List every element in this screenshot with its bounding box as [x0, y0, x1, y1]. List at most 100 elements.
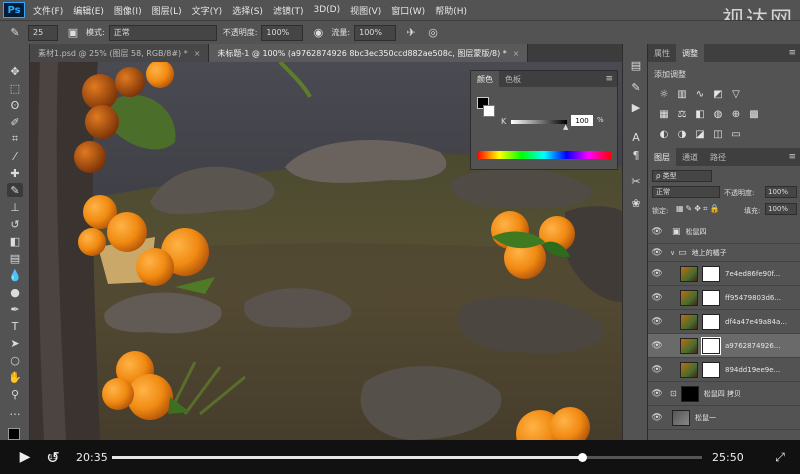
more-tools-icon[interactable]: …: [7, 404, 23, 418]
brush-tool-icon[interactable]: ✎: [6, 25, 24, 41]
foreground-color-swatch[interactable]: [8, 428, 20, 440]
tab-channels[interactable]: 通道: [676, 148, 704, 166]
marquee-tool-icon[interactable]: ⬚: [7, 81, 23, 95]
path-select-tool-icon[interactable]: ➤: [7, 336, 23, 350]
gradient-tool-icon[interactable]: ▤: [7, 251, 23, 265]
quick-select-tool-icon[interactable]: ✐: [7, 115, 23, 129]
fill-input[interactable]: 100%: [765, 203, 797, 215]
visibility-eye-icon[interactable]: 👁: [650, 341, 664, 351]
tab-color[interactable]: 颜色: [471, 71, 499, 87]
channel-mixer-icon[interactable]: ⊕: [730, 108, 742, 120]
lock-options-icon[interactable]: ▦✎✥⌗🔒: [676, 204, 721, 214]
move-tool-icon[interactable]: ✥: [7, 64, 23, 78]
panel-menu-icon[interactable]: ≡: [788, 48, 796, 58]
layer-mask-thumbnail[interactable]: [701, 336, 721, 355]
blur-tool-icon[interactable]: 💧: [7, 268, 23, 282]
tab-document-1[interactable]: 素材1.psd @ 25% (图层 58, RGB/8#) * ×: [30, 44, 210, 62]
menu-select[interactable]: 选择(S): [232, 4, 263, 17]
visibility-eye-icon[interactable]: 👁: [650, 293, 664, 303]
layer-filter-select[interactable]: ρ 类型: [652, 170, 712, 182]
posterize-icon[interactable]: ◑: [676, 128, 688, 140]
hue-saturation-icon[interactable]: ▦: [658, 108, 670, 120]
flow-input[interactable]: 100%: [354, 24, 397, 41]
layer-row[interactable]: 👁 894dd19ee9e...: [648, 358, 800, 382]
expand-chevron-icon[interactable]: ∨: [670, 249, 675, 257]
close-icon[interactable]: ×: [513, 49, 520, 58]
menu-layer[interactable]: 图层(L): [152, 4, 182, 17]
dodge-tool-icon[interactable]: ●: [7, 285, 23, 299]
brush-settings-icon[interactable]: ✎: [629, 80, 643, 94]
play-icon[interactable]: ▶: [14, 449, 36, 465]
photo-filter-icon[interactable]: ◍: [712, 108, 724, 120]
curves-icon[interactable]: ∿: [694, 88, 706, 100]
selective-color-icon[interactable]: ◫: [712, 128, 724, 140]
zoom-tool-icon[interactable]: ⚲: [7, 387, 23, 401]
layer-row[interactable]: 👁 df4a47e49a84a...: [648, 310, 800, 334]
menu-filter[interactable]: 滤镜(T): [273, 4, 304, 17]
tab-paths[interactable]: 路径: [704, 148, 732, 166]
actions-panel-icon[interactable]: ▶: [629, 100, 643, 114]
menu-view[interactable]: 视图(V): [350, 4, 381, 17]
visibility-eye-icon[interactable]: 👁: [650, 365, 664, 375]
opacity-input[interactable]: 100%: [261, 24, 304, 41]
panel-menu-icon[interactable]: ≡: [605, 74, 613, 84]
pen-tool-icon[interactable]: ✒: [7, 302, 23, 316]
vibrance-icon[interactable]: ▽: [730, 88, 742, 100]
close-icon[interactable]: ×: [194, 49, 201, 58]
character-panel-icon[interactable]: A: [629, 130, 643, 144]
fullscreen-icon[interactable]: ⤢: [770, 450, 790, 465]
layer-row[interactable]: 👁 ∨ ▭ 地上的橘子: [648, 244, 800, 262]
brush-panel-icon[interactable]: ▣: [64, 25, 82, 41]
k-slider-track[interactable]: [511, 120, 567, 124]
tab-layers[interactable]: 图层: [648, 148, 676, 166]
tab-document-2[interactable]: 未标题-1 @ 100% (a9762874926 8bc3ec350ccd88…: [209, 44, 529, 62]
crop-tool-icon[interactable]: ⌗: [7, 132, 23, 146]
layer-row[interactable]: 👁 松鼠一: [648, 406, 800, 430]
visibility-eye-icon[interactable]: 👁: [650, 227, 664, 237]
k-value-input[interactable]: 100: [571, 115, 593, 126]
libraries-icon[interactable]: ❀: [629, 196, 643, 210]
layer-mask-thumbnail[interactable]: [702, 265, 720, 282]
layer-mask-thumbnail[interactable]: [680, 385, 699, 402]
visibility-eye-icon[interactable]: 👁: [650, 248, 664, 258]
threshold-icon[interactable]: ◪: [694, 128, 706, 140]
healing-tool-icon[interactable]: ✚: [7, 166, 23, 180]
menu-help[interactable]: 帮助(H): [435, 4, 467, 17]
layer-opacity-input[interactable]: 100%: [765, 186, 797, 198]
menu-window[interactable]: 窗口(W): [391, 4, 425, 17]
pressure-size-icon[interactable]: ◎: [424, 25, 442, 41]
blend-mode-select[interactable]: 正常: [652, 186, 720, 198]
exposure-icon[interactable]: ◩: [712, 88, 724, 100]
k-slider-handle-icon[interactable]: ▲: [563, 123, 568, 131]
brush-preset-picker[interactable]: 25: [28, 24, 58, 41]
mode-select[interactable]: 正常: [108, 24, 217, 41]
color-balance-icon[interactable]: ⚖: [676, 108, 688, 120]
menu-file[interactable]: 文件(F): [33, 4, 63, 17]
visibility-eye-icon[interactable]: 👁: [650, 269, 664, 279]
tool-presets-icon[interactable]: ✂: [629, 174, 643, 188]
layer-mask-thumbnail[interactable]: [702, 289, 720, 306]
levels-icon[interactable]: ▥: [676, 88, 688, 100]
tab-properties[interactable]: 属性: [648, 44, 676, 62]
replay-15-icon[interactable]: ↺ 15: [42, 448, 64, 467]
airbrush-icon[interactable]: ✈: [402, 25, 420, 41]
tab-swatches[interactable]: 色板: [499, 71, 527, 87]
color-spectrum-bar[interactable]: [477, 151, 611, 159]
brush-tool-icon[interactable]: ✎: [7, 183, 23, 197]
layer-mask-thumbnail[interactable]: [702, 361, 720, 378]
hand-tool-icon[interactable]: ✋: [7, 370, 23, 384]
menu-3d[interactable]: 3D(D): [313, 5, 340, 15]
background-swatch[interactable]: [483, 105, 495, 117]
type-tool-icon[interactable]: T: [7, 319, 23, 333]
shape-tool-icon[interactable]: ○: [7, 353, 23, 367]
eyedropper-tool-icon[interactable]: ⁄: [7, 149, 23, 163]
layer-row-selected[interactable]: 👁 a9762874926...: [648, 334, 800, 358]
history-brush-icon[interactable]: ↺: [7, 217, 23, 231]
history-panel-icon[interactable]: ▤: [629, 58, 643, 72]
layer-row[interactable]: 👁 ⊡ 松鼠四 拷贝: [648, 382, 800, 406]
menu-type[interactable]: 文字(Y): [192, 4, 223, 17]
black-white-icon[interactable]: ◧: [694, 108, 706, 120]
video-progress-track[interactable]: [112, 453, 702, 462]
layer-mask-thumbnail[interactable]: [702, 313, 720, 330]
layer-row[interactable]: 👁 ▣ 松鼠四: [648, 220, 800, 244]
